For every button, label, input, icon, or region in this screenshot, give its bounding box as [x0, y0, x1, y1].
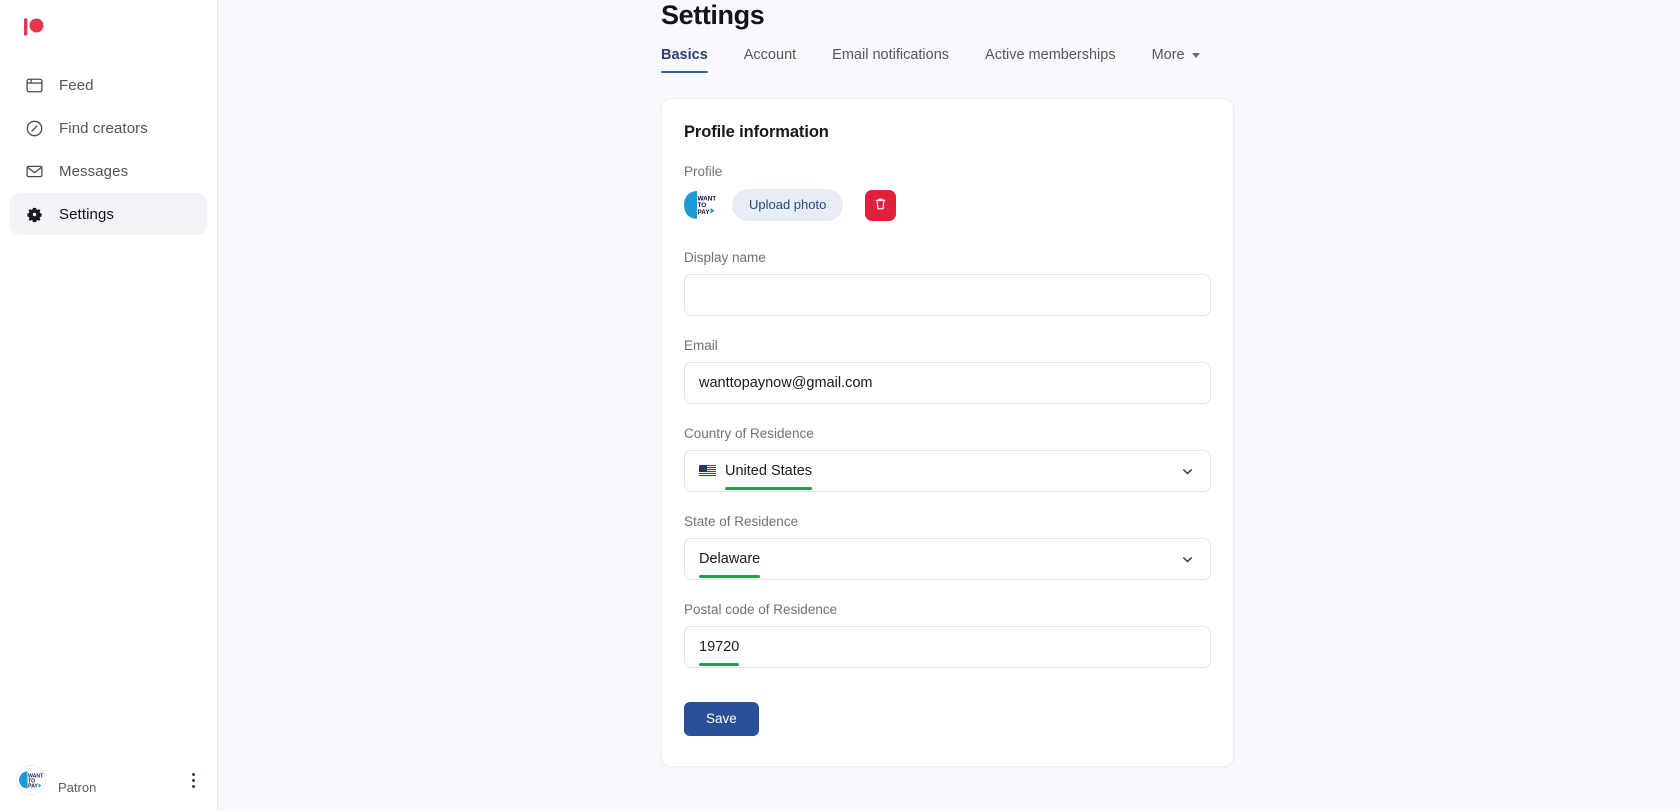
- display-name-input[interactable]: [684, 274, 1211, 316]
- tab-more[interactable]: More: [1134, 46, 1218, 64]
- chevron-down-icon: [1191, 52, 1200, 58]
- settings-tabs: Basics Account Email notifications Activ…: [218, 46, 1680, 80]
- email-field: Email wanttopaynow@gmail.com: [684, 338, 1211, 404]
- profile-avatar: WANT TO PAY: [684, 188, 718, 222]
- compass-icon: [24, 118, 45, 139]
- chevron-down-icon: [1181, 553, 1194, 566]
- select-display: United States: [699, 461, 1181, 490]
- tab-account[interactable]: Account: [726, 46, 814, 64]
- sidebar-user-footer: WANT TO PAY Patron: [0, 749, 218, 811]
- state-of-residence-field: State of Residence Delaware: [684, 514, 1211, 580]
- postal-code-field: Postal code of Residence 19720: [684, 602, 1211, 668]
- tab-label: Active memberships: [985, 47, 1116, 63]
- sidebar-nav: Feed Find creators Messages Settings: [0, 64, 217, 235]
- field-label: State of Residence: [684, 514, 799, 529]
- trash-icon: [874, 197, 887, 214]
- field-label: Country of Residence: [684, 426, 814, 441]
- gear-icon: [24, 204, 45, 225]
- state-select[interactable]: Delaware: [684, 538, 1211, 580]
- postal-code-input[interactable]: 19720: [684, 626, 1211, 668]
- sidebar-item-feed[interactable]: Feed: [10, 64, 207, 106]
- sidebar-item-label: Settings: [59, 205, 114, 223]
- sidebar-item-messages[interactable]: Messages: [10, 150, 207, 192]
- feed-icon: [24, 75, 45, 96]
- sidebar-item-label: Find creators: [59, 119, 148, 137]
- profile-information-card: Profile information Profile WANT TO PAY …: [661, 98, 1234, 767]
- logo-container[interactable]: [0, 0, 217, 58]
- field-label: Profile: [684, 164, 723, 179]
- tab-label: More: [1151, 47, 1185, 63]
- input-value: United States: [725, 463, 813, 490]
- email-input[interactable]: wanttopaynow@gmail.com: [684, 362, 1211, 404]
- sidebar-item-settings[interactable]: Settings: [10, 193, 207, 235]
- country-of-residence-field: Country of Residence United States: [684, 426, 1211, 492]
- sidebar: Feed Find creators Messages Settings WAN…: [0, 0, 218, 811]
- patreon-logo[interactable]: [22, 14, 217, 45]
- tab-label: Account: [743, 47, 797, 63]
- upload-photo-button[interactable]: Upload photo: [732, 189, 844, 221]
- svg-text:PAY: PAY: [28, 784, 38, 790]
- user-label: Patron: [58, 779, 97, 795]
- sidebar-item-find-creators[interactable]: Find creators: [10, 107, 207, 149]
- tab-active-memberships[interactable]: Active memberships: [967, 46, 1134, 64]
- card-title: Profile information: [684, 123, 829, 141]
- field-label: Postal code of Residence: [684, 602, 838, 617]
- us-flag-icon: [699, 465, 716, 477]
- input-value: 19720: [699, 639, 740, 666]
- svg-text:PAY: PAY: [698, 209, 711, 216]
- chevron-down-icon: [1181, 465, 1194, 478]
- sidebar-item-label: Feed: [59, 76, 94, 94]
- envelope-icon: [24, 161, 45, 182]
- kebab-menu-icon[interactable]: [182, 767, 204, 793]
- page-title: Settings: [661, 0, 765, 30]
- field-label: Display name: [684, 250, 766, 265]
- app-root: Feed Find creators Messages Settings WAN…: [0, 0, 1680, 811]
- input-value: Delaware: [699, 551, 761, 578]
- select-display: Delaware: [699, 549, 1181, 578]
- field-label: Email: [684, 338, 718, 353]
- tab-label: Basics: [661, 47, 708, 63]
- input-value: wanttopaynow@gmail.com: [699, 375, 873, 391]
- delete-photo-button[interactable]: [865, 189, 897, 221]
- save-button[interactable]: Save: [684, 702, 759, 736]
- sidebar-item-label: Messages: [59, 162, 129, 180]
- tab-basics[interactable]: Basics: [661, 46, 726, 73]
- country-select[interactable]: United States: [684, 450, 1211, 492]
- tab-label: Email notifications: [832, 47, 950, 63]
- profile-photo-field: Profile WANT TO PAY Upload photo: [684, 164, 1211, 222]
- main-content: Settings Basics Account Email notificati…: [218, 0, 1680, 811]
- tab-email-notifications[interactable]: Email notifications: [814, 46, 967, 64]
- display-name-field: Display name: [684, 250, 1211, 316]
- avatar[interactable]: WANT TO PAY: [16, 765, 46, 795]
- profile-photo-row: WANT TO PAY Upload photo: [684, 188, 1211, 222]
